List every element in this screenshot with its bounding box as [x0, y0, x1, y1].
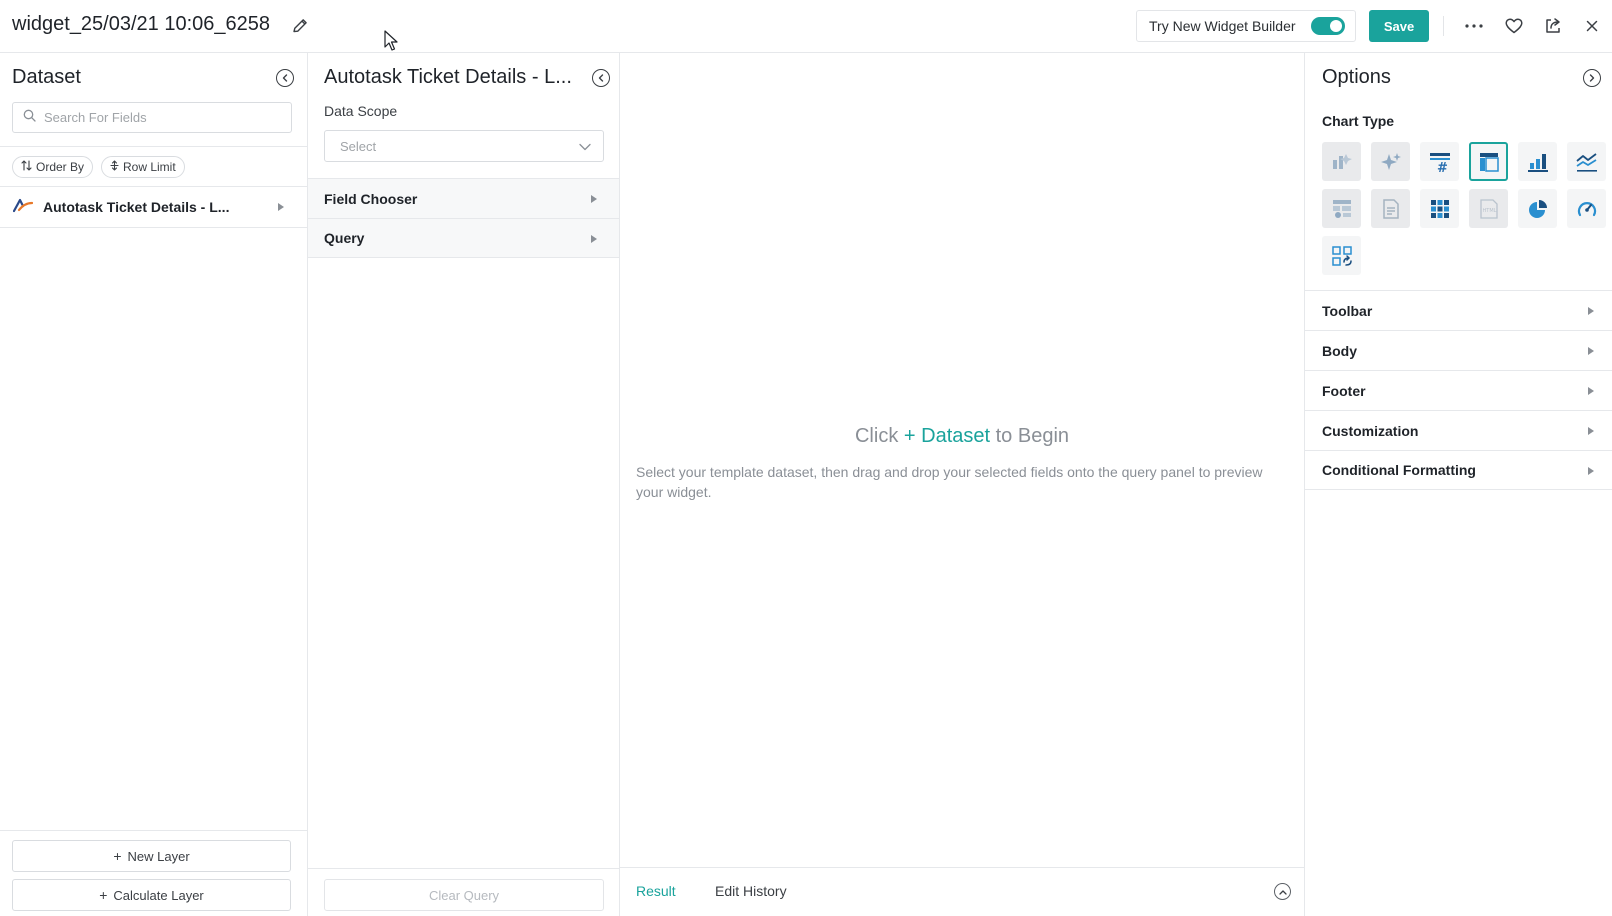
query-panel: Autotask Ticket Details - L... Data Scop… — [308, 53, 620, 916]
collapse-dataset-panel-icon[interactable] — [276, 69, 294, 87]
divider — [0, 146, 307, 147]
clear-query-button[interactable]: Clear Query — [324, 879, 604, 911]
html-chart-type-icon[interactable]: HTML — [1469, 189, 1508, 228]
empty-state-title: Click + Dataset to Begin — [620, 425, 1304, 448]
tab-result[interactable]: Result — [636, 883, 676, 899]
options-panel: Options Chart Type # HTML Toolbar Body F… — [1304, 53, 1612, 916]
expand-arrow-icon — [278, 203, 284, 211]
toolbar-divider — [1443, 16, 1444, 36]
options-panel-title: Options — [1322, 66, 1391, 88]
footer-section[interactable]: Footer — [1305, 370, 1612, 410]
custom-visual-chart-type-icon[interactable] — [1322, 236, 1361, 275]
conditional-formatting-section-label: Conditional Formatting — [1322, 462, 1476, 478]
field-chooser-label: Field Chooser — [324, 190, 418, 207]
svg-text:HTML: HTML — [1482, 208, 1496, 214]
data-scope-select-value: Select — [340, 138, 377, 154]
share-icon[interactable] — [1541, 14, 1565, 38]
dataset-item-autotask[interactable]: Autotask Ticket Details - L... — [0, 187, 307, 227]
query-panel-title: Autotask Ticket Details - L... — [324, 66, 572, 88]
add-dataset-link[interactable]: + Dataset — [904, 425, 990, 447]
divider — [0, 830, 307, 831]
query-section[interactable]: Query — [308, 218, 619, 258]
edit-title-icon[interactable] — [290, 16, 310, 36]
save-button[interactable]: Save — [1369, 10, 1429, 42]
pie-chart-type-icon[interactable] — [1518, 189, 1557, 228]
data-scope-select[interactable]: Select — [324, 130, 604, 162]
line-chart-type-icon[interactable] — [1567, 142, 1606, 181]
customization-section[interactable]: Customization — [1305, 410, 1612, 450]
kpi-number-chart-type-icon[interactable]: # — [1420, 142, 1459, 181]
close-icon[interactable] — [1580, 14, 1604, 38]
field-chooser-section[interactable]: Field Chooser — [308, 178, 619, 218]
gauge-chart-type-icon[interactable] — [1567, 189, 1606, 228]
expand-results-icon[interactable] — [1274, 883, 1291, 900]
divider — [308, 868, 619, 869]
order-by-button[interactable]: Order By — [12, 156, 94, 178]
new-layer-button[interactable]: + New Layer — [12, 840, 291, 872]
favorite-heart-icon[interactable] — [1502, 14, 1526, 38]
conditional-formatting-section[interactable]: Conditional Formatting — [1305, 450, 1612, 490]
autotask-logo-icon — [12, 197, 34, 218]
collapse-query-panel-icon[interactable] — [592, 69, 610, 87]
expand-arrow-icon — [1588, 427, 1594, 435]
new-layer-label: New Layer — [127, 848, 190, 864]
more-options-icon[interactable] — [1462, 14, 1486, 38]
try-new-builder-label: Try New Widget Builder — [1149, 18, 1296, 34]
chevron-down-icon — [579, 139, 591, 154]
search-icon — [23, 109, 36, 127]
expand-arrow-icon — [591, 235, 597, 243]
customization-section-label: Customization — [1322, 422, 1419, 439]
chart-type-label: Chart Type — [1322, 113, 1395, 129]
expand-arrow-icon — [1588, 307, 1594, 315]
bar-chart-type-icon[interactable] — [1518, 142, 1557, 181]
sort-icon — [21, 160, 32, 174]
plus-icon: + — [113, 848, 122, 864]
dataset-panel: Dataset Order By Row Limit Autotask Tick… — [0, 53, 308, 916]
result-tab-bar: Result Edit History — [620, 867, 1304, 916]
svg-text:#: # — [1437, 161, 1448, 173]
divider — [0, 227, 307, 228]
row-limit-button[interactable]: Row Limit — [101, 156, 185, 178]
footer-section-label: Footer — [1322, 382, 1366, 399]
body-section[interactable]: Body — [1305, 330, 1612, 370]
collapse-options-panel-icon[interactable] — [1583, 69, 1601, 87]
try-new-builder-toggle[interactable] — [1311, 17, 1345, 35]
empty-state-suffix: to Begin — [995, 425, 1070, 447]
expand-arrow-icon — [1588, 347, 1594, 355]
dataset-panel-title: Dataset — [12, 66, 81, 88]
order-by-label: Order By — [36, 160, 85, 174]
field-search-input[interactable] — [44, 110, 284, 125]
body-section-label: Body — [1322, 342, 1357, 359]
mouse-pointer-icon — [384, 30, 400, 52]
expand-arrow-icon — [1588, 467, 1594, 475]
widget-preview-canvas: Click + Dataset to Begin Select your tem… — [620, 53, 1304, 916]
plus-icon: + — [99, 887, 108, 903]
calculate-layer-label: Calculate Layer — [113, 887, 204, 903]
expand-arrow-icon — [591, 195, 597, 203]
query-label: Query — [324, 230, 365, 246]
row-limit-label: Row Limit — [123, 160, 176, 174]
empty-state-prefix: Click — [854, 425, 899, 447]
pivot-table-chart-type-icon[interactable] — [1322, 189, 1361, 228]
widget-title: widget_25/03/21 10:06_6258 — [12, 13, 271, 35]
top-bar: widget_25/03/21 10:06_6258 Try New Widge… — [0, 0, 1612, 53]
heatmap-chart-type-icon[interactable] — [1420, 189, 1459, 228]
smart-chart-type-icon[interactable] — [1322, 142, 1361, 181]
empty-state-help-text: Select your template dataset, then drag … — [636, 464, 1263, 500]
row-limit-icon — [110, 160, 119, 174]
toolbar-section[interactable]: Toolbar — [1305, 290, 1612, 330]
expand-arrow-icon — [1588, 387, 1594, 395]
tab-edit-history[interactable]: Edit History — [715, 883, 787, 899]
data-scope-label: Data Scope — [324, 103, 398, 119]
text-chart-type-icon[interactable] — [1371, 189, 1410, 228]
ai-chart-type-icon[interactable] — [1371, 142, 1410, 181]
calculate-layer-button[interactable]: + Calculate Layer — [12, 879, 291, 911]
try-new-builder-box: Try New Widget Builder — [1136, 10, 1356, 42]
table-chart-type-icon[interactable] — [1469, 142, 1508, 181]
toolbar-section-label: Toolbar — [1322, 302, 1373, 319]
dataset-item-label: Autotask Ticket Details - L... — [43, 199, 230, 215]
field-search-box — [12, 102, 292, 133]
